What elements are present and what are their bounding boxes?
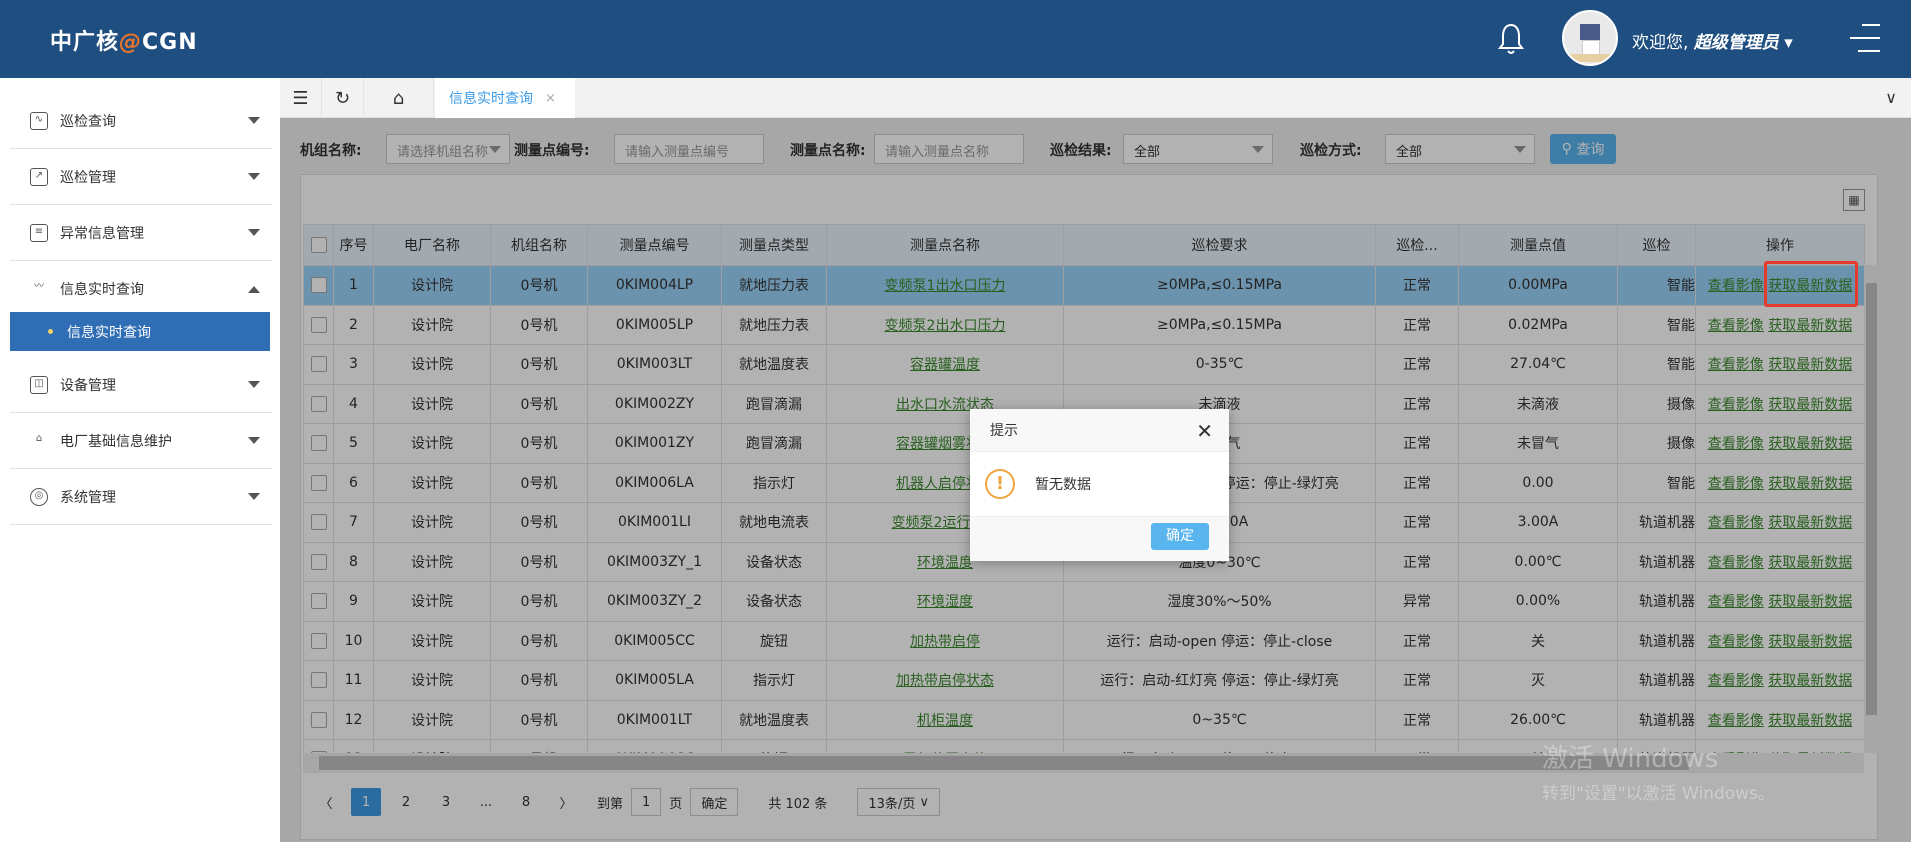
caret-down-icon: [248, 437, 260, 444]
tab-bar: ☰ ↻ ⌂ 信息实时查询 × ∨: [280, 78, 1911, 118]
alert-dialog: 提示 ✕ ! 暂无数据 确定: [970, 409, 1229, 561]
sidebar-item-inspection-query[interactable]: ∿ 巡检查询: [10, 93, 272, 149]
home-tab-icon[interactable]: ⌂: [364, 78, 434, 118]
top-bar: 中广核@CGN 欢迎您, 超级管理员 ▾: [0, 0, 1911, 78]
chart-icon: ↗: [30, 167, 48, 186]
device-icon: ◫: [30, 375, 48, 394]
collapse-sidebar-icon[interactable]: ☰: [280, 78, 322, 118]
ok-button[interactable]: 确定: [1151, 523, 1209, 550]
avatar[interactable]: [1562, 10, 1618, 66]
menu-icon[interactable]: [1850, 22, 1880, 54]
caret-up-icon: [248, 285, 260, 293]
line-chart-icon: 〰: [34, 281, 44, 292]
caret-down-icon: [248, 493, 260, 500]
highlight-box: [1764, 261, 1858, 307]
close-tab-icon[interactable]: ×: [545, 91, 556, 106]
caret-down-icon: [248, 381, 260, 388]
sidebar-item-realtime[interactable]: 〰信息实时查询: [10, 261, 272, 317]
sidebar-subitem-realtime[interactable]: 信息实时查询: [10, 312, 270, 351]
caret-down-icon: [248, 229, 260, 236]
monitor-icon: ∿: [30, 111, 48, 130]
dialog-message: 暂无数据: [1035, 477, 1091, 493]
gear-icon: ◎: [30, 487, 48, 506]
caret-down-icon: [248, 173, 260, 180]
refresh-icon[interactable]: ↻: [322, 78, 364, 118]
sidebar-item-anomaly[interactable]: ≡ 异常信息管理: [10, 205, 272, 261]
tab-realtime-query[interactable]: 信息实时查询 ×: [435, 78, 575, 118]
sidebar-item-system[interactable]: ◎ 系统管理: [10, 469, 272, 525]
user-menu[interactable]: 欢迎您, 超级管理员 ▾: [1632, 28, 1793, 53]
sidebar: ∿ 巡检查询 ↗ 巡检管理 ≡ 异常信息管理 〰信息实时查询 信息实时查询 ◫ 设备管理…: [0, 78, 280, 842]
sidebar-item-inspection-manage[interactable]: ↗ 巡检管理: [10, 149, 272, 205]
caret-down-icon: [248, 117, 260, 124]
sidebar-item-plant-info[interactable]: ⌂ 电厂基础信息维护: [10, 413, 272, 469]
close-icon[interactable]: ✕: [1196, 419, 1213, 443]
chevron-down-icon[interactable]: ∨: [1885, 88, 1897, 107]
windows-activation-watermark: 激活 Windows 转到"设置"以激活 Windows。: [1542, 744, 1775, 804]
home-icon: ⌂: [35, 432, 43, 444]
sidebar-item-equipment[interactable]: ◫ 设备管理: [10, 357, 272, 413]
document-icon: ≡: [30, 223, 48, 242]
bell-icon[interactable]: [1497, 22, 1525, 56]
warning-icon: !: [985, 469, 1015, 499]
dialog-title: 提示: [990, 423, 1018, 439]
logo: 中广核@CGN: [50, 30, 198, 55]
